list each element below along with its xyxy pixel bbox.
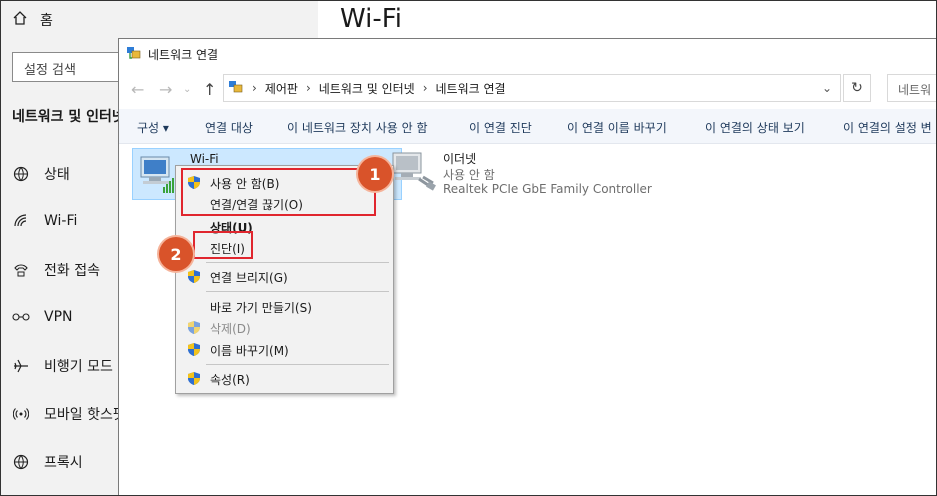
menu-separator: [206, 364, 389, 365]
change-settings-button[interactable]: 이 연결의 설정 변: [843, 119, 932, 136]
adapter-name: Wi-Fi: [190, 152, 219, 166]
uac-shield-icon: [187, 371, 201, 386]
adapter-device: Realtek PCIe GbE Family Controller: [443, 182, 652, 196]
step-badge-2: 2: [159, 237, 193, 271]
adapter-name: 이더넷: [443, 152, 477, 166]
rename-button[interactable]: 이 연결 이름 바꾸기: [567, 119, 667, 136]
network-folder-icon: [126, 45, 142, 64]
chevron-down-icon[interactable]: ⌄: [183, 84, 191, 95]
nav-item-hotspot[interactable]: 모바일 핫스팟: [12, 404, 126, 424]
menu-item-rename[interactable]: 이름 바꾸기(M): [210, 342, 289, 359]
breadcrumb-item[interactable]: 제어판: [265, 80, 298, 97]
breadcrumb-item[interactable]: 네트워크 연결: [436, 80, 506, 97]
home-label: 홈: [40, 13, 53, 29]
diagnose-button[interactable]: 이 연결 진단: [469, 119, 532, 136]
uac-shield-icon: [187, 269, 201, 284]
nav-label: 모바일 핫스팟: [44, 407, 126, 423]
breadcrumb-separator-icon: ›: [252, 81, 257, 95]
phone-icon: [12, 261, 30, 279]
wifi-icon: [12, 212, 30, 230]
chevron-down-icon[interactable]: ⌄: [822, 81, 832, 95]
ethernet-adapter-icon[interactable]: [389, 149, 437, 197]
breadcrumb-item[interactable]: 네트워크 및 인터넷: [319, 80, 415, 97]
nav-item-dialup[interactable]: 전화 접속: [12, 260, 100, 280]
airplane-icon: [12, 357, 30, 375]
nav-label: 상태: [44, 167, 70, 183]
folder-search-input[interactable]: 네트워: [887, 74, 937, 102]
nav-item-status[interactable]: 상태: [12, 164, 70, 184]
uac-shield-icon: [187, 320, 201, 335]
menu-separator: [206, 291, 389, 292]
nav-item-wifi[interactable]: Wi-Fi: [12, 212, 77, 230]
uac-shield-icon: [187, 342, 201, 357]
refresh-icon[interactable]: ↻: [843, 74, 871, 102]
disable-device-button[interactable]: 이 네트워크 장치 사용 안 함: [287, 119, 428, 136]
connect-to-button[interactable]: 연결 대상: [205, 119, 253, 136]
home-link[interactable]: 홈: [12, 10, 53, 30]
window-titlebar: 네트워크 연결: [119, 39, 937, 69]
menu-item-bridge[interactable]: 연결 브리지(G): [210, 269, 288, 286]
nav-label: Wi-Fi: [44, 213, 78, 229]
menu-item-create-shortcut[interactable]: 바로 가기 만들기(S): [210, 299, 312, 316]
command-bar: 구성 ▾ 연결 대상 이 네트워크 장치 사용 안 함 이 연결 진단 이 연결…: [119, 109, 937, 144]
page-title: Wi-Fi: [340, 4, 403, 34]
control-panel-icon: [228, 79, 244, 98]
window-title: 네트워크 연결: [148, 47, 219, 62]
step-badge-1: 1: [358, 157, 392, 191]
wifi-adapter-icon: [137, 153, 177, 199]
menu-separator: [206, 262, 389, 263]
nav-label: 프록시: [44, 455, 83, 471]
nav-item-vpn[interactable]: VPN: [12, 308, 73, 326]
forward-arrow-icon[interactable]: →: [159, 80, 172, 99]
address-row: ← → ⌄ ↑ › 제어판 › 네트워크 및 인터넷 › 네트워크 연결 ⌄ ↻…: [119, 71, 937, 107]
organize-menu[interactable]: 구성 ▾: [137, 119, 169, 136]
nav-label: 비행기 모드: [44, 359, 113, 375]
highlight-box-2: [193, 231, 253, 259]
menu-item-delete: 삭제(D): [210, 322, 251, 336]
adapter-status: 사용 안 함: [443, 168, 495, 182]
globe-icon: [12, 165, 30, 183]
vpn-icon: [12, 308, 30, 326]
breadcrumb-separator-icon: ›: [422, 81, 428, 95]
highlight-box-1: [181, 168, 376, 216]
hotspot-icon: [12, 405, 30, 423]
section-title: 네트워크 및 인터넷: [12, 109, 125, 125]
up-arrow-icon[interactable]: ↑: [203, 80, 216, 99]
nav-item-airplane[interactable]: 비행기 모드: [12, 356, 113, 376]
address-bar[interactable]: › 제어판 › 네트워크 및 인터넷 › 네트워크 연결 ⌄: [223, 74, 841, 102]
nav-label: 전화 접속: [44, 263, 100, 279]
view-status-button[interactable]: 이 연결의 상태 보기: [705, 119, 805, 136]
nav-label: VPN: [44, 309, 73, 325]
back-arrow-icon[interactable]: ←: [131, 80, 144, 99]
menu-item-properties[interactable]: 속성(R): [210, 371, 250, 388]
globe-icon: [12, 453, 30, 471]
nav-item-proxy[interactable]: 프록시: [12, 452, 83, 472]
home-icon: [12, 10, 28, 30]
breadcrumb-separator-icon: ›: [305, 81, 311, 95]
